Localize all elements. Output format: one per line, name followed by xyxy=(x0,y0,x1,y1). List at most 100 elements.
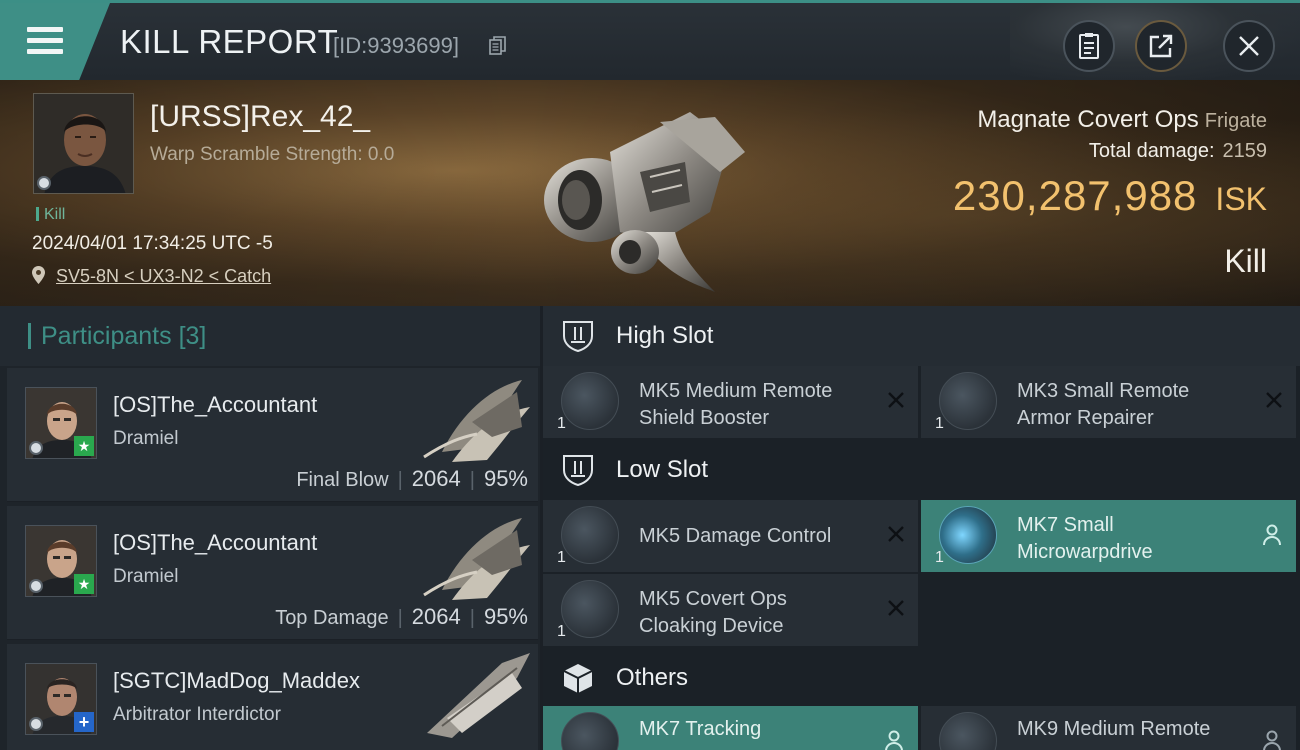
armor-repairer-icon xyxy=(939,372,997,430)
module-item[interactable]: 1 MK5 Medium Remote Shield Booster xyxy=(543,366,918,438)
shield-booster-icon xyxy=(561,372,619,430)
participant-damage: 2064 xyxy=(411,466,461,491)
participant-avatar[interactable]: + xyxy=(25,663,97,735)
destroyed-x-icon xyxy=(1266,392,1282,408)
module-name: MK7 Tracking xyxy=(639,718,762,740)
participant-role: Final Blow xyxy=(296,469,389,491)
destroyed-x-icon xyxy=(888,392,904,408)
module-name-line1: MK5 Medium Remote xyxy=(639,380,833,402)
participant-row[interactable]: ★ [OS]The_Accountant Dramiel Top Damage |… xyxy=(7,506,538,640)
divider: | xyxy=(397,469,403,491)
participants-header: Participants [3] xyxy=(0,306,540,366)
participant-row[interactable]: ★ [OS]The_Accountant Dramiel Final Blow |… xyxy=(7,368,538,502)
module-item[interactable]: MK7 Tracking xyxy=(543,706,918,750)
module-name-line2: Microwarpdrive xyxy=(1017,541,1153,563)
participant-ship: Dramiel xyxy=(113,566,179,587)
total-damage: Total damage: 2159 xyxy=(1089,140,1267,163)
participant-avatar[interactable]: ★ xyxy=(25,525,97,597)
module-name: MK5 Covert Ops Cloaking Device xyxy=(639,586,869,640)
location-link[interactable]: SV5-8N < UX3-N2 < Catch xyxy=(56,266,271,286)
share-icon xyxy=(1149,34,1173,58)
dropped-person-icon xyxy=(1263,524,1281,546)
divider: | xyxy=(469,607,475,629)
plus-badge-icon: + xyxy=(74,712,94,732)
module-quantity: 1 xyxy=(557,549,566,566)
close-icon xyxy=(1239,36,1259,56)
dropped-person-icon xyxy=(885,730,903,750)
module-item[interactable]: 1 MK5 Covert Ops Cloaking Device xyxy=(543,574,918,646)
participant-ship-image xyxy=(427,653,530,738)
module-name-line2: Cloaking Device xyxy=(639,615,784,637)
participant-ship-image xyxy=(423,518,530,600)
kill-location[interactable]: SV5-8N < UX3-N2 < Catch xyxy=(32,266,271,287)
victim-portrait[interactable] xyxy=(33,93,134,194)
victim-ship-name[interactable]: Magnate Covert Ops Frigate xyxy=(977,106,1267,134)
victim-name[interactable]: [URSS]Rex_42_ xyxy=(150,100,370,134)
isk-value: 230,287,988 ISK xyxy=(953,172,1267,220)
isk-amount: 230,287,988 xyxy=(952,172,1198,219)
participant-name: [OS]The_Accountant xyxy=(113,530,318,555)
participants-count: [3] xyxy=(178,321,207,350)
module-item[interactable]: 1 MK3 Small Remote Armor Repairer xyxy=(921,366,1296,438)
victim-summary: [URSS]Rex_42_ Warp Scramble Strength: 0.… xyxy=(0,80,1300,306)
destroyed-x-icon xyxy=(888,600,904,616)
module-name: MK5 Damage Control xyxy=(639,525,832,547)
participant-stats: Final Blow | 2064 | 95% xyxy=(296,466,528,492)
corp-badge-icon xyxy=(37,176,51,190)
participant-avatar[interactable]: ★ xyxy=(25,387,97,459)
participant-row[interactable]: + [SGTC]MadDog_Maddex Arbitrator Interdi… xyxy=(7,644,538,750)
isk-unit: ISK xyxy=(1215,181,1267,217)
clipboard-icon xyxy=(1079,33,1099,59)
corp-badge-icon xyxy=(29,579,43,593)
others-header: Others xyxy=(543,648,1300,708)
participant-ship-image xyxy=(423,380,530,462)
kill-tag: Kill xyxy=(36,206,65,224)
participant-name: [SGTC]MadDog_Maddex xyxy=(113,668,360,693)
module-name-line1: MK7 Small xyxy=(1017,514,1114,536)
module-item[interactable]: 1 MK5 Damage Control xyxy=(543,500,918,572)
module-name-line1: MK3 Small Remote xyxy=(1017,380,1190,402)
cloaking-device-icon xyxy=(561,580,619,638)
report-id: [ID:9393699] xyxy=(333,33,459,58)
module-name-line2: Shield Booster xyxy=(639,407,770,429)
fitting-panel: High Slot 1 MK5 Medium Remote Shield Boos… xyxy=(543,306,1300,750)
ship-name-text: Magnate Covert Ops xyxy=(977,106,1199,133)
module-name: MK7 Small Microwarpdrive xyxy=(1017,512,1247,566)
star-badge-icon: ★ xyxy=(74,436,94,456)
close-button[interactable] xyxy=(1223,20,1275,72)
dropped-person-icon xyxy=(1263,730,1281,750)
page-title: KILL REPORT xyxy=(120,23,339,60)
hamburger-menu-icon xyxy=(27,27,63,55)
clipboard-button[interactable] xyxy=(1063,20,1115,72)
corp-badge-icon xyxy=(29,717,43,731)
module-quantity: 1 xyxy=(935,549,944,566)
menu-button[interactable] xyxy=(0,3,110,80)
location-pin-icon xyxy=(32,266,45,284)
participants-label: Participants xyxy=(41,321,172,350)
cube-icon xyxy=(563,664,593,693)
kill-result: Kill xyxy=(1224,243,1267,279)
participant-role: Top Damage xyxy=(275,607,389,629)
module-name: MK9 Medium Remote xyxy=(1017,718,1211,740)
tracking-module-icon xyxy=(561,712,619,750)
copy-icon[interactable] xyxy=(489,36,507,56)
low-slot-header: Low Slot xyxy=(543,440,1300,500)
total-damage-value: 2159 xyxy=(1222,140,1268,162)
damage-control-icon xyxy=(561,506,619,564)
total-damage-label: Total damage: xyxy=(1088,140,1215,162)
divider: | xyxy=(469,469,475,491)
top-bar: KILL REPORT [ID:9393699] xyxy=(0,0,1300,83)
module-name-line2: Armor Repairer xyxy=(1017,407,1154,429)
participant-ship: Arbitrator Interdictor xyxy=(113,704,281,725)
share-button[interactable] xyxy=(1135,20,1187,72)
module-name: MK5 Medium Remote Shield Booster xyxy=(639,378,869,432)
low-slot-label: Low Slot xyxy=(616,456,709,483)
others-label: Others xyxy=(616,664,689,691)
participant-damage: 2064 xyxy=(411,604,461,629)
ship-class: Frigate xyxy=(1204,110,1267,132)
module-item[interactable]: MK9 Medium Remote xyxy=(921,706,1296,750)
module-item[interactable]: 1 MK7 Small Microwarpdrive xyxy=(921,500,1296,572)
destroyed-x-icon xyxy=(888,526,904,542)
star-badge-icon: ★ xyxy=(74,574,94,594)
remote-module-icon xyxy=(939,712,997,750)
